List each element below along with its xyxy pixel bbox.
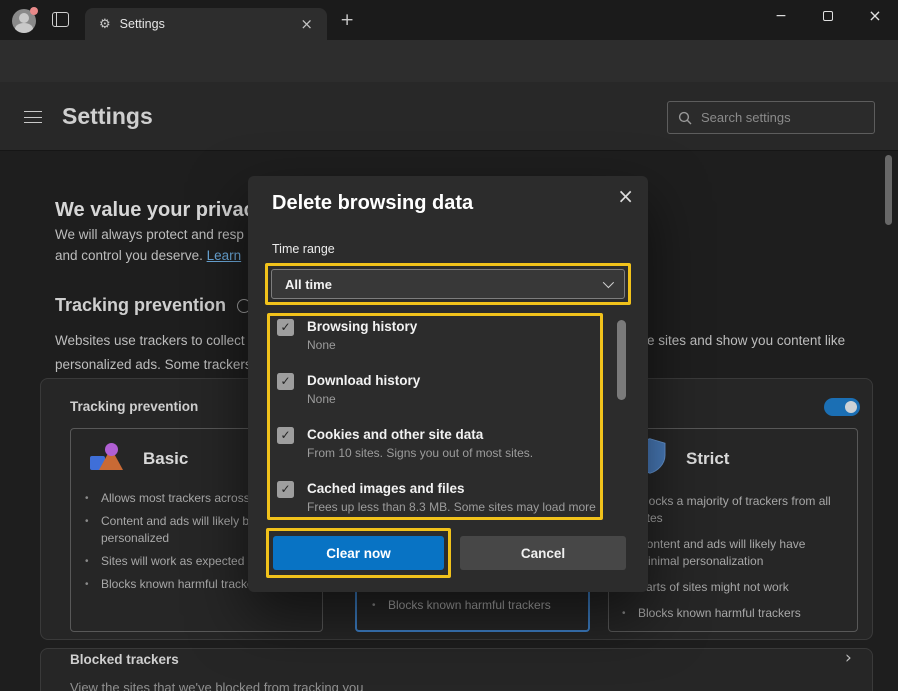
strict-bullets: •Blocks a majority of trackers from all … xyxy=(622,493,834,631)
checkbox-row-browsing-history[interactable]: ✓ Browsing history None xyxy=(277,318,600,372)
item-detail: From 10 sites. Signs you out of most sit… xyxy=(307,446,533,460)
item-label: Browsing history xyxy=(307,319,417,334)
balanced-bullet: •Blocks known harmful trackers xyxy=(372,597,582,614)
item-detail: Frees up less than 8.3 MB. Some sites ma… xyxy=(307,500,596,514)
list-item: •Parts of sites might not work xyxy=(622,579,834,596)
privacy-text-line1: We will always protect and resp xyxy=(55,227,244,242)
window-close-button[interactable]: × xyxy=(852,0,898,32)
checkbox-checked-icon[interactable]: ✓ xyxy=(277,427,294,444)
time-range-label: Time range xyxy=(272,242,335,256)
tracking-desc-line1: Websites use trackers to collect xyxy=(55,333,245,348)
blocked-trackers-title: Blocked trackers xyxy=(70,652,179,667)
highlight-box-time-range: All time xyxy=(265,263,631,305)
panel-title: Tracking prevention xyxy=(70,399,198,414)
new-tab-button[interactable]: + xyxy=(340,12,354,29)
cancel-button[interactable]: Cancel xyxy=(460,536,626,570)
item-label: Cached images and files xyxy=(307,481,465,496)
dialog-scrollbar[interactable] xyxy=(617,320,626,400)
item-label: Download history xyxy=(307,373,420,388)
tab-title: Settings xyxy=(120,17,165,31)
checkbox-checked-icon[interactable]: ✓ xyxy=(277,481,294,498)
tracking-prevention-toggle[interactable] xyxy=(824,398,860,416)
tracking-desc-line2: personalized ads. Some trackers xyxy=(55,357,252,372)
tracking-desc-right-fragment: e sites and show you content like xyxy=(647,333,845,348)
tab-settings[interactable]: ⚙ Settings × xyxy=(85,8,327,40)
workspaces-icon[interactable] xyxy=(52,12,69,27)
privacy-text-line2: and control you deserve. Learn xyxy=(55,248,241,263)
checkbox-row-cached-images[interactable]: ✓ Cached images and files Frees up less t… xyxy=(277,480,600,520)
window-minimize-button[interactable]: − xyxy=(758,0,804,32)
checkbox-row-cookies[interactable]: ✓ Cookies and other site data From 10 sit… xyxy=(277,426,600,480)
tracking-prevention-heading: Tracking prevention xyxy=(55,295,226,316)
list-item: •Blocks known harmful trackers xyxy=(622,605,834,622)
list-item: •Content and ads will likely have minima… xyxy=(622,536,834,570)
settings-search-box[interactable] xyxy=(667,101,875,134)
page-title: Settings xyxy=(62,103,153,130)
dialog-title: Delete browsing data xyxy=(272,192,473,215)
chevron-right-icon[interactable]: › xyxy=(845,650,852,667)
checkbox-checked-icon[interactable]: ✓ xyxy=(277,373,294,390)
clear-now-button[interactable]: Clear now xyxy=(273,536,444,570)
checkbox-row-download-history[interactable]: ✓ Download history None xyxy=(277,372,600,426)
item-label: Cookies and other site data xyxy=(307,427,483,442)
tab-close-icon[interactable]: × xyxy=(296,17,317,32)
strict-title: Strict xyxy=(686,449,729,469)
time-range-value: All time xyxy=(285,277,332,292)
blocked-trackers-subtitle: View the sites that we've blocked from t… xyxy=(70,680,363,691)
highlight-box-data-types: ✓ Browsing history None ✓ Download histor… xyxy=(267,313,603,520)
search-input[interactable] xyxy=(701,110,864,125)
checkbox-checked-icon[interactable]: ✓ xyxy=(277,319,294,336)
browser-toolbar: ← ↻ Edge | edge://settings/clearBrowserD… xyxy=(0,40,898,82)
chevron-down-icon xyxy=(603,277,614,288)
profile-notification-dot xyxy=(30,7,38,15)
tab-strip: ⚙ Settings × + − × xyxy=(0,0,898,40)
list-item: •Blocks a majority of trackers from all … xyxy=(622,493,834,527)
basic-shapes-icon xyxy=(90,443,130,477)
item-detail: None xyxy=(307,338,336,352)
dialog-close-icon[interactable]: × xyxy=(617,186,634,206)
page-scrollbar[interactable] xyxy=(885,155,892,225)
privacy-heading: We value your privac xyxy=(55,199,255,222)
delete-browsing-data-dialog: × Delete browsing data Time range All ti… xyxy=(248,176,648,592)
gear-icon: ⚙ xyxy=(99,18,111,31)
window-maximize-button[interactable] xyxy=(805,0,851,32)
search-icon xyxy=(678,111,692,125)
menu-hamburger-icon[interactable] xyxy=(24,111,42,124)
basic-title: Basic xyxy=(143,449,188,469)
item-detail: None xyxy=(307,392,336,406)
time-range-dropdown[interactable]: All time xyxy=(271,269,625,299)
browser-window: ⚙ Settings × + − × ← ↻ Edge | edge://set… xyxy=(0,0,898,691)
learn-more-link[interactable]: Learn xyxy=(207,248,242,263)
